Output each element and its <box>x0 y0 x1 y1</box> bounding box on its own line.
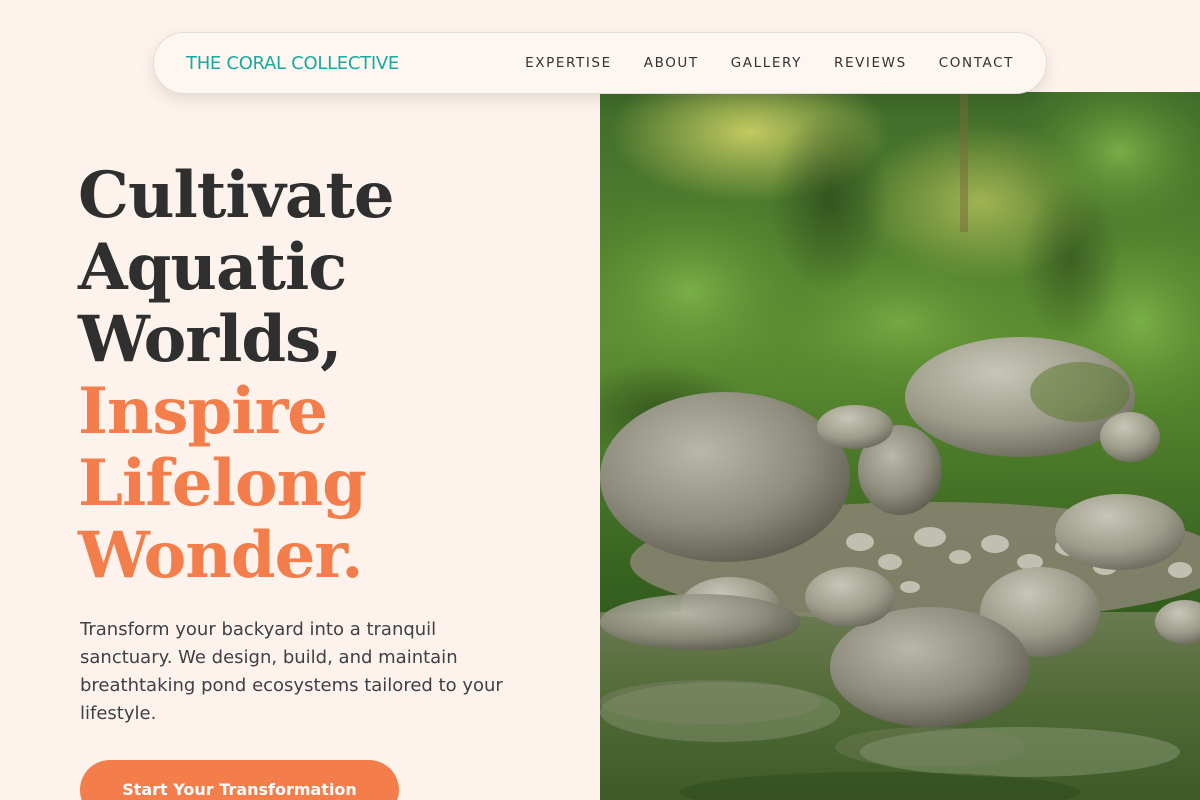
nav-link-expertise[interactable]: EXPERTISE <box>525 55 612 71</box>
nav-link-about[interactable]: ABOUT <box>644 55 699 71</box>
headline-accent-line: Wonder. <box>78 518 363 593</box>
nav-link-reviews[interactable]: REVIEWS <box>834 55 907 71</box>
nav-links: EXPERTISE ABOUT GALLERY REVIEWS CONTACT <box>493 55 1014 71</box>
hero-headline: Cultivate Aquatic Worlds, Inspire Lifelo… <box>78 158 395 593</box>
brand-logo[interactable]: THE CORAL COLLECTIVE <box>186 53 399 74</box>
headline-line: Cultivate <box>78 158 395 233</box>
nav-link-gallery[interactable]: GALLERY <box>731 55 802 71</box>
headline-accent-line: Lifelong <box>78 446 367 521</box>
nav-link-contact[interactable]: CONTACT <box>939 55 1014 71</box>
headline-line: Aquatic <box>78 230 347 305</box>
top-navigation: THE CORAL COLLECTIVE EXPERTISE ABOUT GAL… <box>153 32 1047 94</box>
rocky-stream-illustration <box>600 92 1200 800</box>
headline-line: Worlds, <box>78 302 342 377</box>
hero-stream-image <box>600 92 1200 800</box>
hero-subtext: Transform your backyard into a tranquil … <box>80 619 503 724</box>
start-transformation-button[interactable]: Start Your Transformation <box>80 760 399 800</box>
headline-accent-line: Inspire <box>78 374 328 449</box>
